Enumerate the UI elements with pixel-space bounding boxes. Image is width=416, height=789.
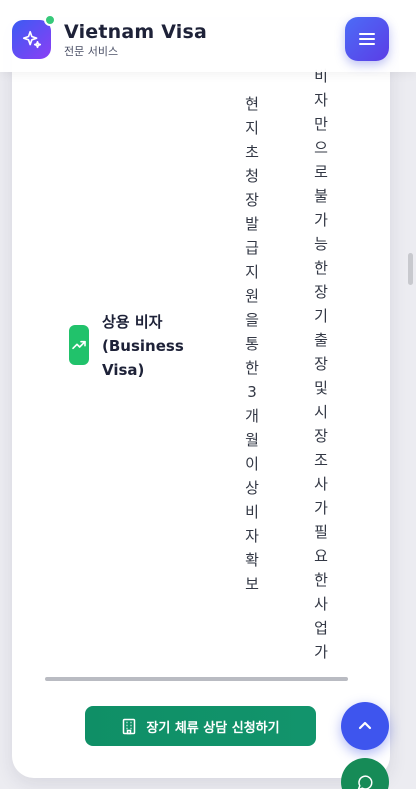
table-scrollbar[interactable] (45, 677, 348, 681)
logo[interactable] (12, 20, 51, 59)
page-scrollbar-thumb[interactable] (408, 253, 413, 285)
site-header: Vietnam Visa 전문 서비스 (0, 0, 416, 72)
visa-type-label: 상용 비자 (Business Visa) (102, 313, 184, 379)
long-stay-consult-button[interactable]: 장기 체류 상담 신청하기 (85, 706, 316, 746)
brand-title: Vietnam Visa (64, 21, 208, 43)
online-status-dot (44, 14, 56, 26)
visa-type-icon-box (69, 325, 89, 365)
hamburger-menu-icon (359, 33, 375, 45)
requirement-cell: 현지초청장발급지원을통한3개월이상비자확보 (245, 95, 259, 593)
sparkles-icon (22, 30, 41, 48)
target-cell: 비자만으로불가능한장기출장및시장조사가필요한사업가 (314, 67, 328, 661)
building-icon (123, 718, 136, 734)
brand-subtitle: 전문 서비스 (64, 45, 119, 58)
menu-button[interactable] (345, 17, 389, 61)
chevron-up-icon (358, 721, 372, 730)
chat-bubble-icon (357, 775, 373, 789)
content-card (12, 20, 390, 778)
trending-up-icon (72, 340, 86, 350)
scroll-to-top-button[interactable] (341, 702, 389, 750)
cta-label: 장기 체류 상담 신청하기 (146, 720, 280, 736)
